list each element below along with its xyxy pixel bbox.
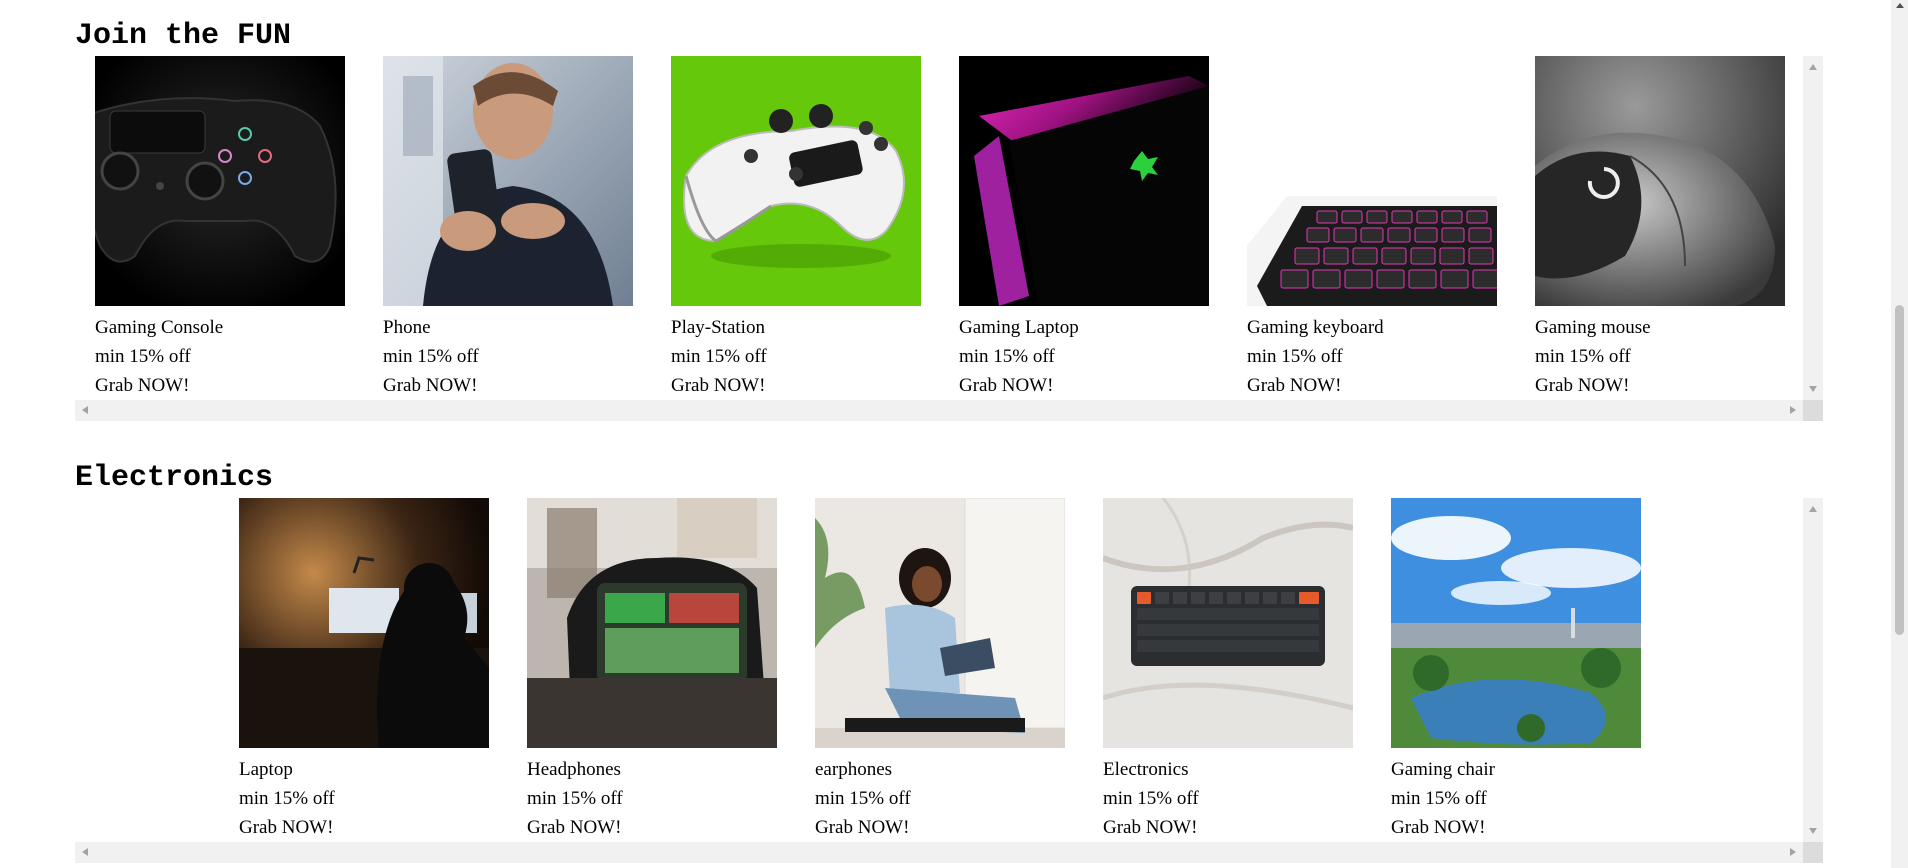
- product-offer: min 15% off: [1391, 788, 1487, 809]
- page-scrollbar-thumb[interactable]: [1895, 305, 1904, 635]
- product-card[interactable]: Phone min 15% off Grab NOW!: [383, 56, 633, 400]
- scroll-up-arrow-icon[interactable]: [1809, 506, 1817, 512]
- scrollbar-corner: [1803, 842, 1823, 863]
- product-offer: min 15% off: [1535, 346, 1631, 367]
- carousel-track: Gaming Console min 15% off Grab NOW! Pho…: [75, 56, 1803, 400]
- carousel-electronics[interactable]: Laptop min 15% off Grab NOW! Headphones …: [75, 498, 1823, 863]
- product-name: Headphones: [527, 759, 621, 780]
- laptop-photo[interactable]: [239, 498, 489, 748]
- product-offer: min 15% off: [239, 788, 335, 809]
- grab-now-link[interactable]: Grab NOW!: [1103, 813, 1353, 842]
- carousel-horizontal-scrollbar[interactable]: [75, 400, 1803, 421]
- grab-now-link[interactable]: Grab NOW!: [239, 813, 489, 842]
- gaming-mouse-photo[interactable]: [1535, 56, 1785, 306]
- scroll-left-arrow-icon[interactable]: [82, 406, 88, 414]
- grab-now-link[interactable]: Grab NOW!: [815, 813, 1065, 842]
- product-card[interactable]: Headphones min 15% off Grab NOW!: [527, 498, 777, 842]
- product-name: Play-Station: [671, 317, 765, 338]
- product-card[interactable]: Electronics min 15% off Grab NOW!: [1103, 498, 1353, 842]
- grab-now-link[interactable]: Grab NOW!: [383, 371, 633, 400]
- carousel-vertical-scrollbar[interactable]: [1803, 56, 1823, 400]
- product-offer: min 15% off: [95, 346, 191, 367]
- product-card[interactable]: Gaming keyboard min 15% off Grab NOW!: [1247, 56, 1497, 400]
- product-name: Electronics: [1103, 759, 1189, 780]
- grab-now-link[interactable]: Grab NOW!: [1391, 813, 1641, 842]
- page-vertical-scrollbar[interactable]: [1891, 0, 1908, 868]
- product-name: earphones: [815, 759, 893, 780]
- grab-now-link[interactable]: Grab NOW!: [527, 813, 777, 842]
- product-offer: min 15% off: [1247, 346, 1343, 367]
- product-name: Gaming keyboard: [1247, 317, 1384, 338]
- grab-now-link[interactable]: Grab NOW!: [959, 371, 1209, 400]
- grab-now-link[interactable]: Grab NOW!: [671, 371, 921, 400]
- scroll-left-arrow-icon[interactable]: [82, 848, 88, 856]
- carousel-track: Laptop min 15% off Grab NOW! Headphones …: [75, 498, 1803, 842]
- product-offer: min 15% off: [1103, 788, 1199, 809]
- scroll-down-arrow-icon[interactable]: [1809, 828, 1817, 834]
- product-card[interactable]: Gaming chair min 15% off Grab NOW!: [1391, 498, 1641, 842]
- grab-now-link[interactable]: Grab NOW!: [1535, 371, 1785, 400]
- product-name: Gaming Console: [95, 317, 224, 338]
- electronics-keyboard-photo[interactable]: [1103, 498, 1353, 748]
- product-offer: min 15% off: [815, 788, 911, 809]
- product-offer: min 15% off: [527, 788, 623, 809]
- product-name: Gaming chair: [1391, 759, 1495, 780]
- earphones-photo[interactable]: [815, 498, 1065, 748]
- product-card[interactable]: Laptop min 15% off Grab NOW!: [239, 498, 489, 842]
- scroll-up-arrow-icon[interactable]: [1809, 64, 1817, 70]
- product-card[interactable]: Gaming mouse min 15% off Grab NOW!: [1535, 56, 1785, 400]
- product-offer: min 15% off: [959, 346, 1055, 367]
- scroll-right-arrow-icon[interactable]: [1790, 848, 1796, 856]
- carousel-vertical-scrollbar[interactable]: [1803, 498, 1823, 842]
- product-card[interactable]: Gaming Console min 15% off Grab NOW!: [95, 56, 345, 400]
- product-card[interactable]: Play-Station min 15% off Grab NOW!: [671, 56, 921, 400]
- product-offer: min 15% off: [383, 346, 479, 367]
- grab-now-link[interactable]: Grab NOW!: [95, 371, 345, 400]
- gaming-keyboard-photo[interactable]: [1247, 56, 1497, 306]
- scroll-right-arrow-icon[interactable]: [1790, 406, 1796, 414]
- scroll-down-arrow-icon[interactable]: [1809, 386, 1817, 392]
- page-scroll-up-arrow-icon[interactable]: [1896, 3, 1904, 8]
- product-card[interactable]: Gaming Laptop min 15% off Grab NOW!: [959, 56, 1209, 400]
- product-offer: min 15% off: [671, 346, 767, 367]
- phone-photo[interactable]: [383, 56, 633, 306]
- gaming-laptop-photo[interactable]: [959, 56, 1209, 306]
- playstation-controller-photo[interactable]: [671, 56, 921, 306]
- product-name: Gaming Laptop: [959, 317, 1079, 338]
- section-title-join-the-fun: Join the FUN: [75, 19, 292, 53]
- product-name: Laptop: [239, 759, 293, 780]
- carousel-join-the-fun[interactable]: Gaming Console min 15% off Grab NOW! Pho…: [75, 56, 1823, 421]
- product-name: Phone: [383, 317, 431, 338]
- section-title-electronics: Electronics: [75, 461, 274, 495]
- gaming-chair-photo[interactable]: [1391, 498, 1641, 748]
- carousel-horizontal-scrollbar[interactable]: [75, 842, 1803, 863]
- product-card[interactable]: earphones min 15% off Grab NOW!: [815, 498, 1065, 842]
- gaming-console-photo[interactable]: [95, 56, 345, 306]
- headphones-photo[interactable]: [527, 498, 777, 748]
- product-name: Gaming mouse: [1535, 317, 1651, 338]
- grab-now-link[interactable]: Grab NOW!: [1247, 371, 1497, 400]
- scrollbar-corner: [1803, 400, 1823, 421]
